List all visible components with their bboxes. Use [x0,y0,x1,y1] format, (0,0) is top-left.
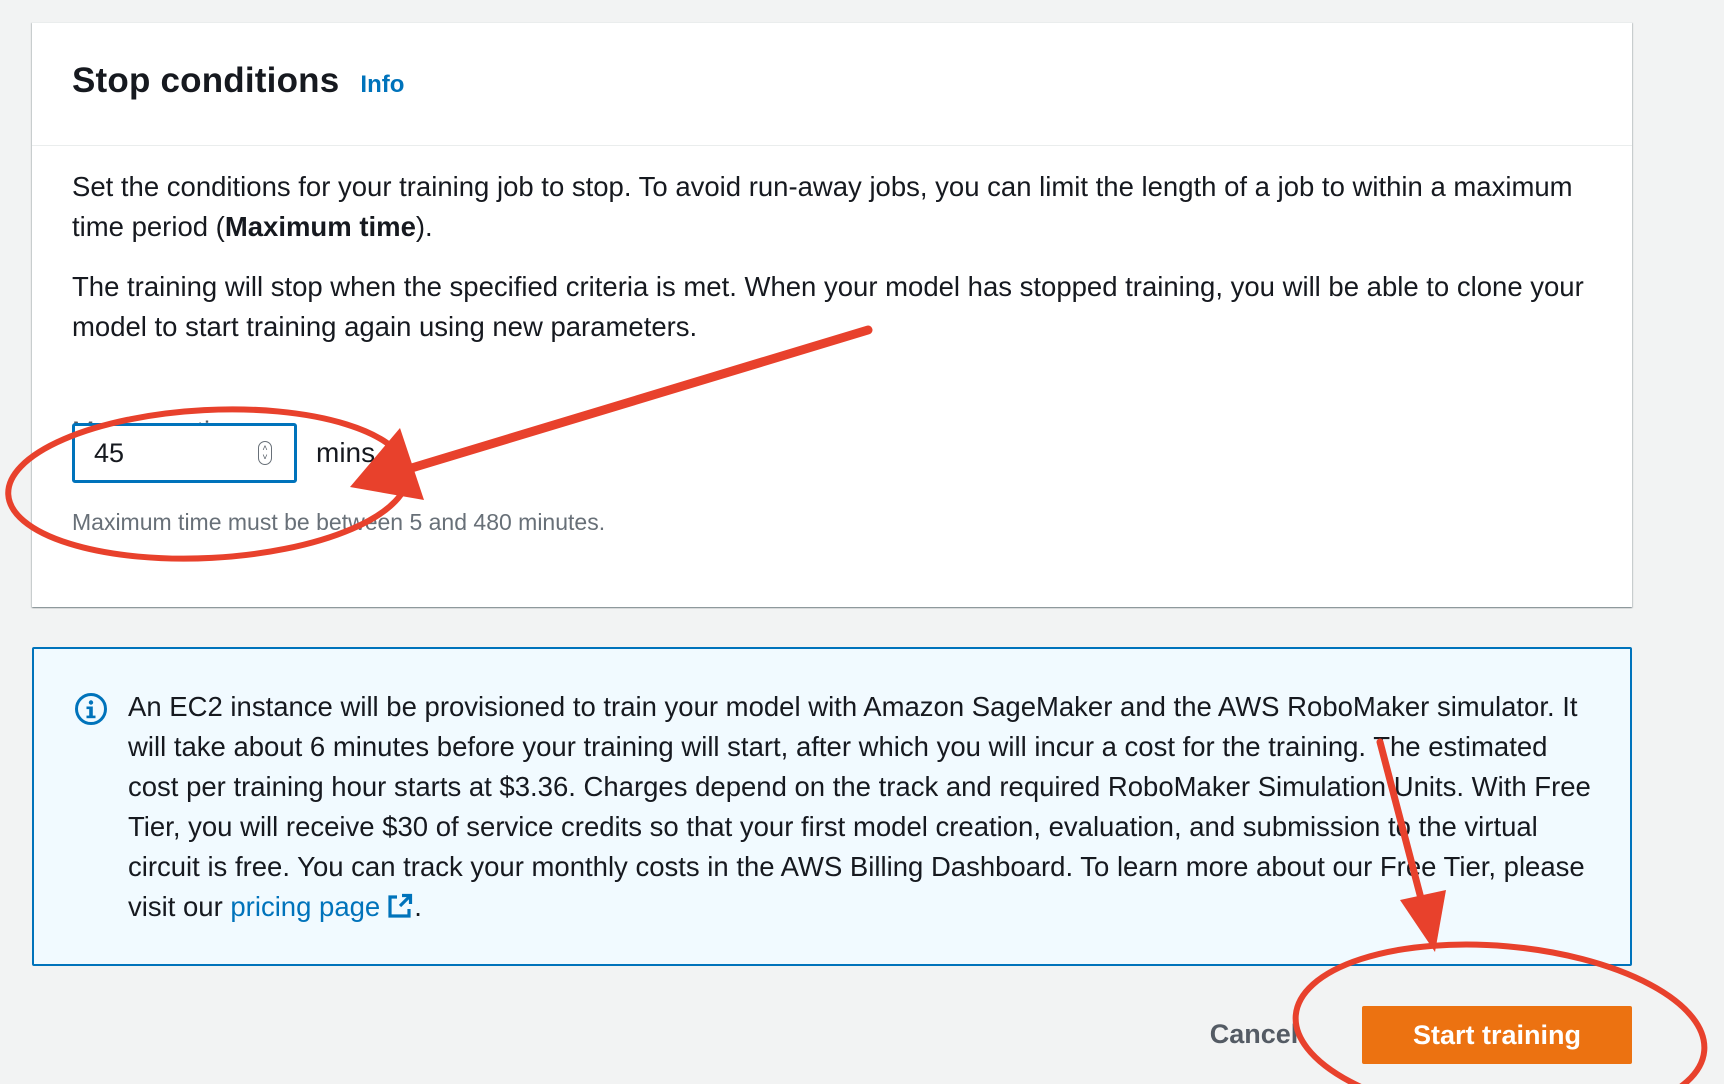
description-paragraph: Set the conditions for your training job… [72,167,1592,247]
info-alert: An EC2 instance will be provisioned to t… [32,647,1632,966]
info-circle-icon [75,693,107,725]
criteria-paragraph: The training will stop when the specifie… [72,271,1584,342]
stepper-down-icon[interactable]: ˅ [262,453,267,462]
alert-message: An EC2 instance will be provisioned to t… [128,687,1598,927]
max-time-unit: mins [316,437,376,468]
description-bold-term: Maximum time [224,211,416,242]
info-link[interactable]: Info [360,71,404,99]
max-time-input[interactable] [75,426,225,480]
panel-title: Stop conditions [72,61,340,100]
page: Stop conditions Info Set the conditions … [0,0,1724,1084]
max-time-field[interactable]: ˄ ˅ [72,423,297,483]
panel-header: Stop conditions Info [32,23,1632,146]
cancel-button[interactable]: Cancel [1192,1004,1316,1064]
constraint-text: Maximum time must be between 5 and 480 m… [72,509,606,535]
alert-text-end: . [414,891,422,922]
number-stepper-icon[interactable]: ˄ ˅ [258,441,272,465]
description-text-end: ). [415,211,433,242]
alert-text: An EC2 instance will be provisioned to t… [128,691,1591,922]
pricing-page-link[interactable]: pricing page [230,891,414,922]
start-training-button[interactable]: Start training [1362,1006,1632,1064]
stop-conditions-panel: Stop conditions Info Set the conditions … [32,22,1632,607]
pricing-page-link-text[interactable]: pricing page [230,891,380,922]
external-link-icon[interactable] [386,892,414,920]
